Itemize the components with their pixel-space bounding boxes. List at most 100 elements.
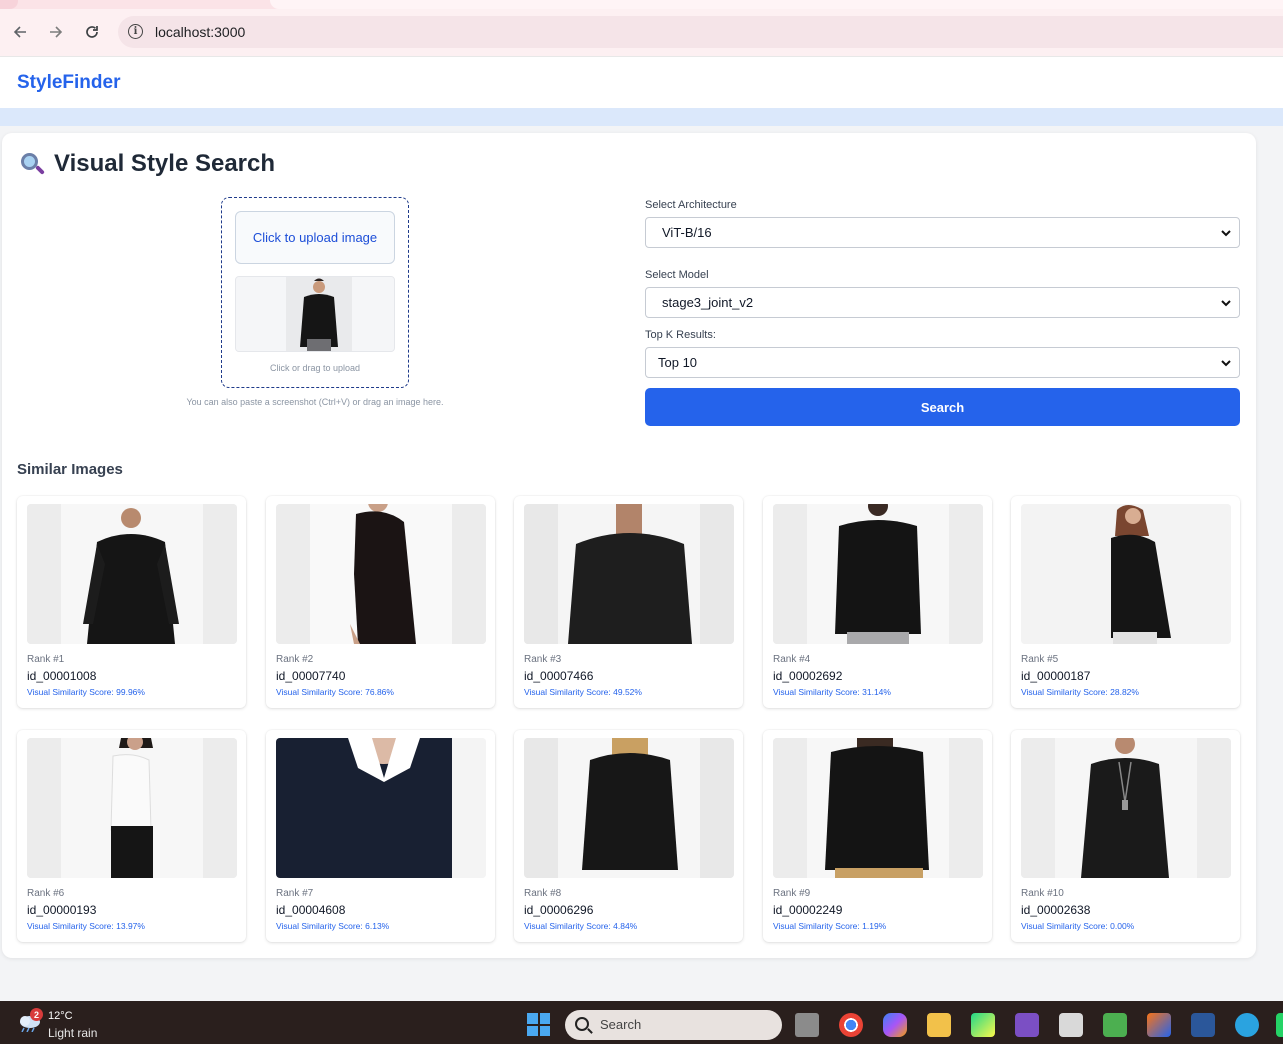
temperature[interactable]: 12°C — [48, 1010, 73, 1022]
result-card[interactable]: Rank #7 id_00004608 Visual Similarity Sc… — [266, 730, 495, 942]
architecture-label: Select Architecture — [645, 199, 737, 211]
chart-app-icon[interactable] — [1103, 1013, 1127, 1037]
model-select[interactable]: stage3_joint_v2 — [645, 287, 1240, 318]
result-id: id_00002692 — [773, 669, 843, 683]
weather-condition[interactable]: Light rain — [48, 1026, 97, 1040]
search-button[interactable]: Search — [645, 388, 1240, 426]
result-rank: Rank #8 — [524, 888, 562, 899]
result-score: Visual Similarity Score: 4.84% — [524, 921, 638, 931]
file-explorer-icon[interactable] — [927, 1013, 951, 1037]
chevron-down-icon — [1221, 230, 1231, 237]
site-info-icon[interactable]: i — [128, 24, 143, 39]
chevron-down-icon — [1221, 360, 1231, 367]
result-card[interactable]: Rank #4 id_00002692 Visual Similarity Sc… — [763, 496, 992, 708]
brand-logo[interactable]: StyleFinder — [17, 72, 120, 94]
model-label: Select Model — [645, 269, 709, 281]
result-score: Visual Similarity Score: 13.97% — [27, 921, 145, 931]
taskbar-search-text[interactable]: Search — [600, 1017, 641, 1032]
url-text[interactable]: localhost:3000 — [155, 24, 245, 40]
result-rank: Rank #1 — [27, 654, 65, 665]
result-card[interactable]: Rank #5 id_00000187 Visual Similarity Sc… — [1011, 496, 1240, 708]
result-id: id_00002249 — [773, 903, 843, 917]
magnifier-icon — [20, 151, 46, 177]
result-score: Visual Similarity Score: 99.96% — [27, 687, 145, 697]
result-card[interactable]: Rank #3 id_00007466 Visual Similarity Sc… — [514, 496, 743, 708]
result-card[interactable]: Rank #8 id_00006296 Visual Similarity Sc… — [514, 730, 743, 942]
result-image[interactable] — [276, 504, 486, 644]
page-title: Visual Style Search — [20, 150, 275, 178]
result-card[interactable]: Rank #2 id_00007740 Visual Similarity Sc… — [266, 496, 495, 708]
header-band — [0, 108, 1283, 126]
result-image[interactable] — [524, 504, 734, 644]
result-image[interactable] — [1021, 738, 1231, 878]
result-score: Visual Similarity Score: 76.86% — [276, 687, 394, 697]
result-id: id_00001008 — [27, 669, 97, 683]
topk-label: Top K Results: — [645, 329, 716, 341]
address-bar[interactable] — [118, 16, 1283, 48]
result-id: id_00007740 — [276, 669, 346, 683]
result-card[interactable]: Rank #10 id_00002638 Visual Similarity S… — [1011, 730, 1240, 942]
chevron-down-icon — [1221, 300, 1231, 307]
reload-icon[interactable] — [81, 21, 103, 43]
result-image[interactable] — [276, 738, 486, 878]
result-image[interactable] — [773, 504, 983, 644]
arrow-right-icon[interactable] — [45, 21, 67, 43]
result-score: Visual Similarity Score: 1.19% — [773, 921, 887, 931]
active-tab[interactable] — [270, 0, 1283, 9]
upload-preview — [235, 276, 395, 352]
result-image[interactable] — [1021, 504, 1231, 644]
visual-studio-icon[interactable] — [1015, 1013, 1039, 1037]
result-score: Visual Similarity Score: 6.13% — [276, 921, 390, 931]
topk-select[interactable]: Top 10 — [645, 347, 1240, 378]
result-rank: Rank #5 — [1021, 654, 1059, 665]
word-icon[interactable] — [1191, 1013, 1215, 1037]
result-score: Visual Similarity Score: 0.00% — [1021, 921, 1135, 931]
topk-value: Top 10 — [658, 355, 698, 370]
upload-hint: Click or drag to upload — [269, 363, 361, 373]
upload-button[interactable]: Click to upload image — [235, 211, 395, 264]
windows-start-icon[interactable] — [527, 1013, 550, 1036]
result-rank: Rank #4 — [773, 654, 811, 665]
task-view-icon[interactable] — [795, 1013, 819, 1037]
snipping-tool-icon[interactable] — [1059, 1013, 1083, 1037]
result-rank: Rank #10 — [1021, 888, 1064, 899]
result-card[interactable]: Rank #6 id_00000193 Visual Similarity Sc… — [17, 730, 246, 942]
result-score: Visual Similarity Score: 28.82% — [1021, 687, 1139, 697]
result-image[interactable] — [27, 738, 237, 878]
result-rank: Rank #9 — [773, 888, 811, 899]
weather-badge: 2 — [30, 1008, 43, 1021]
architecture-value: ViT-B/16 — [662, 225, 712, 240]
result-score: Visual Similarity Score: 49.52% — [524, 687, 642, 697]
app-header — [0, 56, 1283, 108]
pycharm-icon[interactable] — [971, 1013, 995, 1037]
result-id: id_00000193 — [27, 903, 97, 917]
chrome-icon[interactable] — [839, 1013, 863, 1037]
result-id: id_00007466 — [524, 669, 594, 683]
results-title: Similar Images — [17, 461, 123, 478]
result-id: id_00000187 — [1021, 669, 1091, 683]
result-image[interactable] — [27, 504, 237, 644]
taskbar-search[interactable] — [565, 1010, 782, 1040]
page-title-text: Visual Style Search — [54, 150, 276, 177]
whatsapp-icon[interactable] — [1276, 1013, 1283, 1037]
result-id: id_00006296 — [524, 903, 594, 917]
copilot-icon[interactable] — [883, 1013, 907, 1037]
arrow-left-icon[interactable] — [9, 21, 31, 43]
search-icon — [575, 1017, 589, 1031]
result-rank: Rank #2 — [276, 654, 314, 665]
result-rank: Rank #6 — [27, 888, 65, 899]
result-id: id_00002638 — [1021, 903, 1091, 917]
architecture-select[interactable]: ViT-B/16 — [645, 217, 1240, 248]
result-image[interactable] — [773, 738, 983, 878]
result-card[interactable]: Rank #1 id_00001008 Visual Similarity Sc… — [17, 496, 246, 708]
result-card[interactable]: Rank #9 id_00002249 Visual Similarity Sc… — [763, 730, 992, 942]
matlab-icon[interactable] — [1147, 1013, 1171, 1037]
result-id: id_00004608 — [276, 903, 346, 917]
telegram-icon[interactable] — [1235, 1013, 1259, 1037]
paste-hint: You can also paste a screenshot (Ctrl+V)… — [186, 397, 444, 407]
result-rank: Rank #3 — [524, 654, 562, 665]
result-image[interactable] — [524, 738, 734, 878]
result-rank: Rank #7 — [276, 888, 314, 899]
model-value: stage3_joint_v2 — [662, 295, 754, 310]
result-score: Visual Similarity Score: 31.14% — [773, 687, 891, 697]
